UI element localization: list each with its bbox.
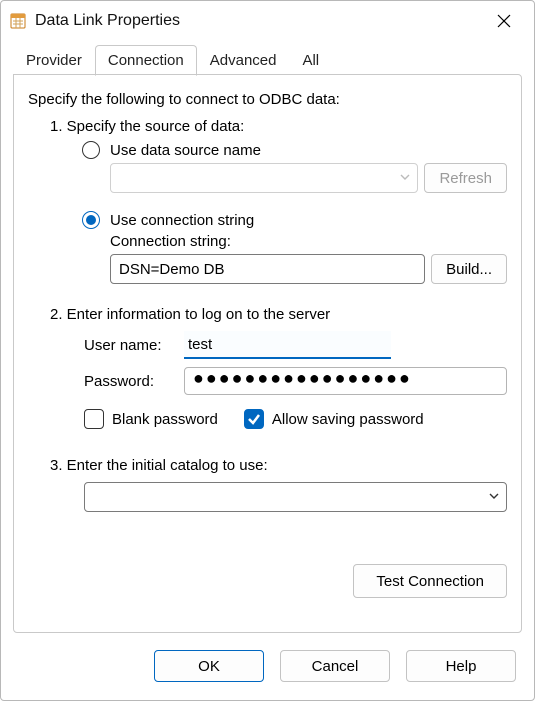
close-icon (497, 14, 511, 28)
password-label: Password: (84, 373, 184, 390)
tab-panel: Specify the following to connect to ODBC… (13, 74, 522, 633)
allow-saving-checkbox[interactable]: Allow saving password (244, 409, 424, 429)
step3-label: 3. Enter the initial catalog to use: (50, 457, 507, 474)
password-input[interactable]: ●●●●●●●●●●●●●●●●● (184, 367, 507, 395)
step2-label: 2. Enter information to log on to the se… (50, 306, 507, 323)
refresh-button: Refresh (424, 163, 507, 193)
title-bar: Data Link Properties (1, 1, 534, 41)
chevron-down-icon (399, 171, 411, 186)
password-mask: ●●●●●●●●●●●●●●●●● (193, 368, 412, 388)
dialog-footer: OK Cancel Help (1, 634, 534, 700)
catalog-combo[interactable] (84, 482, 507, 512)
radio-dsn[interactable] (82, 141, 100, 159)
chevron-down-icon (488, 490, 500, 505)
username-label: User name: (84, 337, 184, 354)
tab-provider[interactable]: Provider (13, 45, 95, 76)
username-input[interactable] (184, 331, 391, 359)
ok-button[interactable]: OK (154, 650, 264, 682)
cancel-button[interactable]: Cancel (280, 650, 390, 682)
radio-dsn-label: Use data source name (110, 142, 261, 159)
intro-text: Specify the following to connect to ODBC… (28, 91, 507, 108)
radio-connection-string[interactable] (82, 211, 100, 229)
checkbox-icon (244, 409, 264, 429)
step1-label: 1. Specify the source of data: (50, 118, 507, 135)
connection-string-input[interactable] (110, 254, 425, 284)
dialog-window: Data Link Properties Provider Connection… (0, 0, 535, 701)
radio-cs-label: Use connection string (110, 212, 254, 229)
tab-bar: Provider Connection Advanced All (1, 41, 534, 75)
allow-saving-label: Allow saving password (272, 411, 424, 428)
checkbox-icon (84, 409, 104, 429)
blank-password-checkbox[interactable]: Blank password (84, 409, 218, 429)
close-button[interactable] (484, 5, 524, 37)
tab-connection[interactable]: Connection (95, 45, 197, 76)
build-button[interactable]: Build... (431, 254, 507, 284)
dsn-combo (110, 163, 418, 193)
blank-password-label: Blank password (112, 411, 218, 428)
tab-advanced[interactable]: Advanced (197, 45, 290, 76)
tab-all[interactable]: All (289, 45, 332, 76)
cs-label: Connection string: (110, 233, 507, 250)
app-icon (9, 12, 27, 30)
test-connection-button[interactable]: Test Connection (353, 564, 507, 598)
help-button[interactable]: Help (406, 650, 516, 682)
window-title: Data Link Properties (35, 12, 484, 30)
